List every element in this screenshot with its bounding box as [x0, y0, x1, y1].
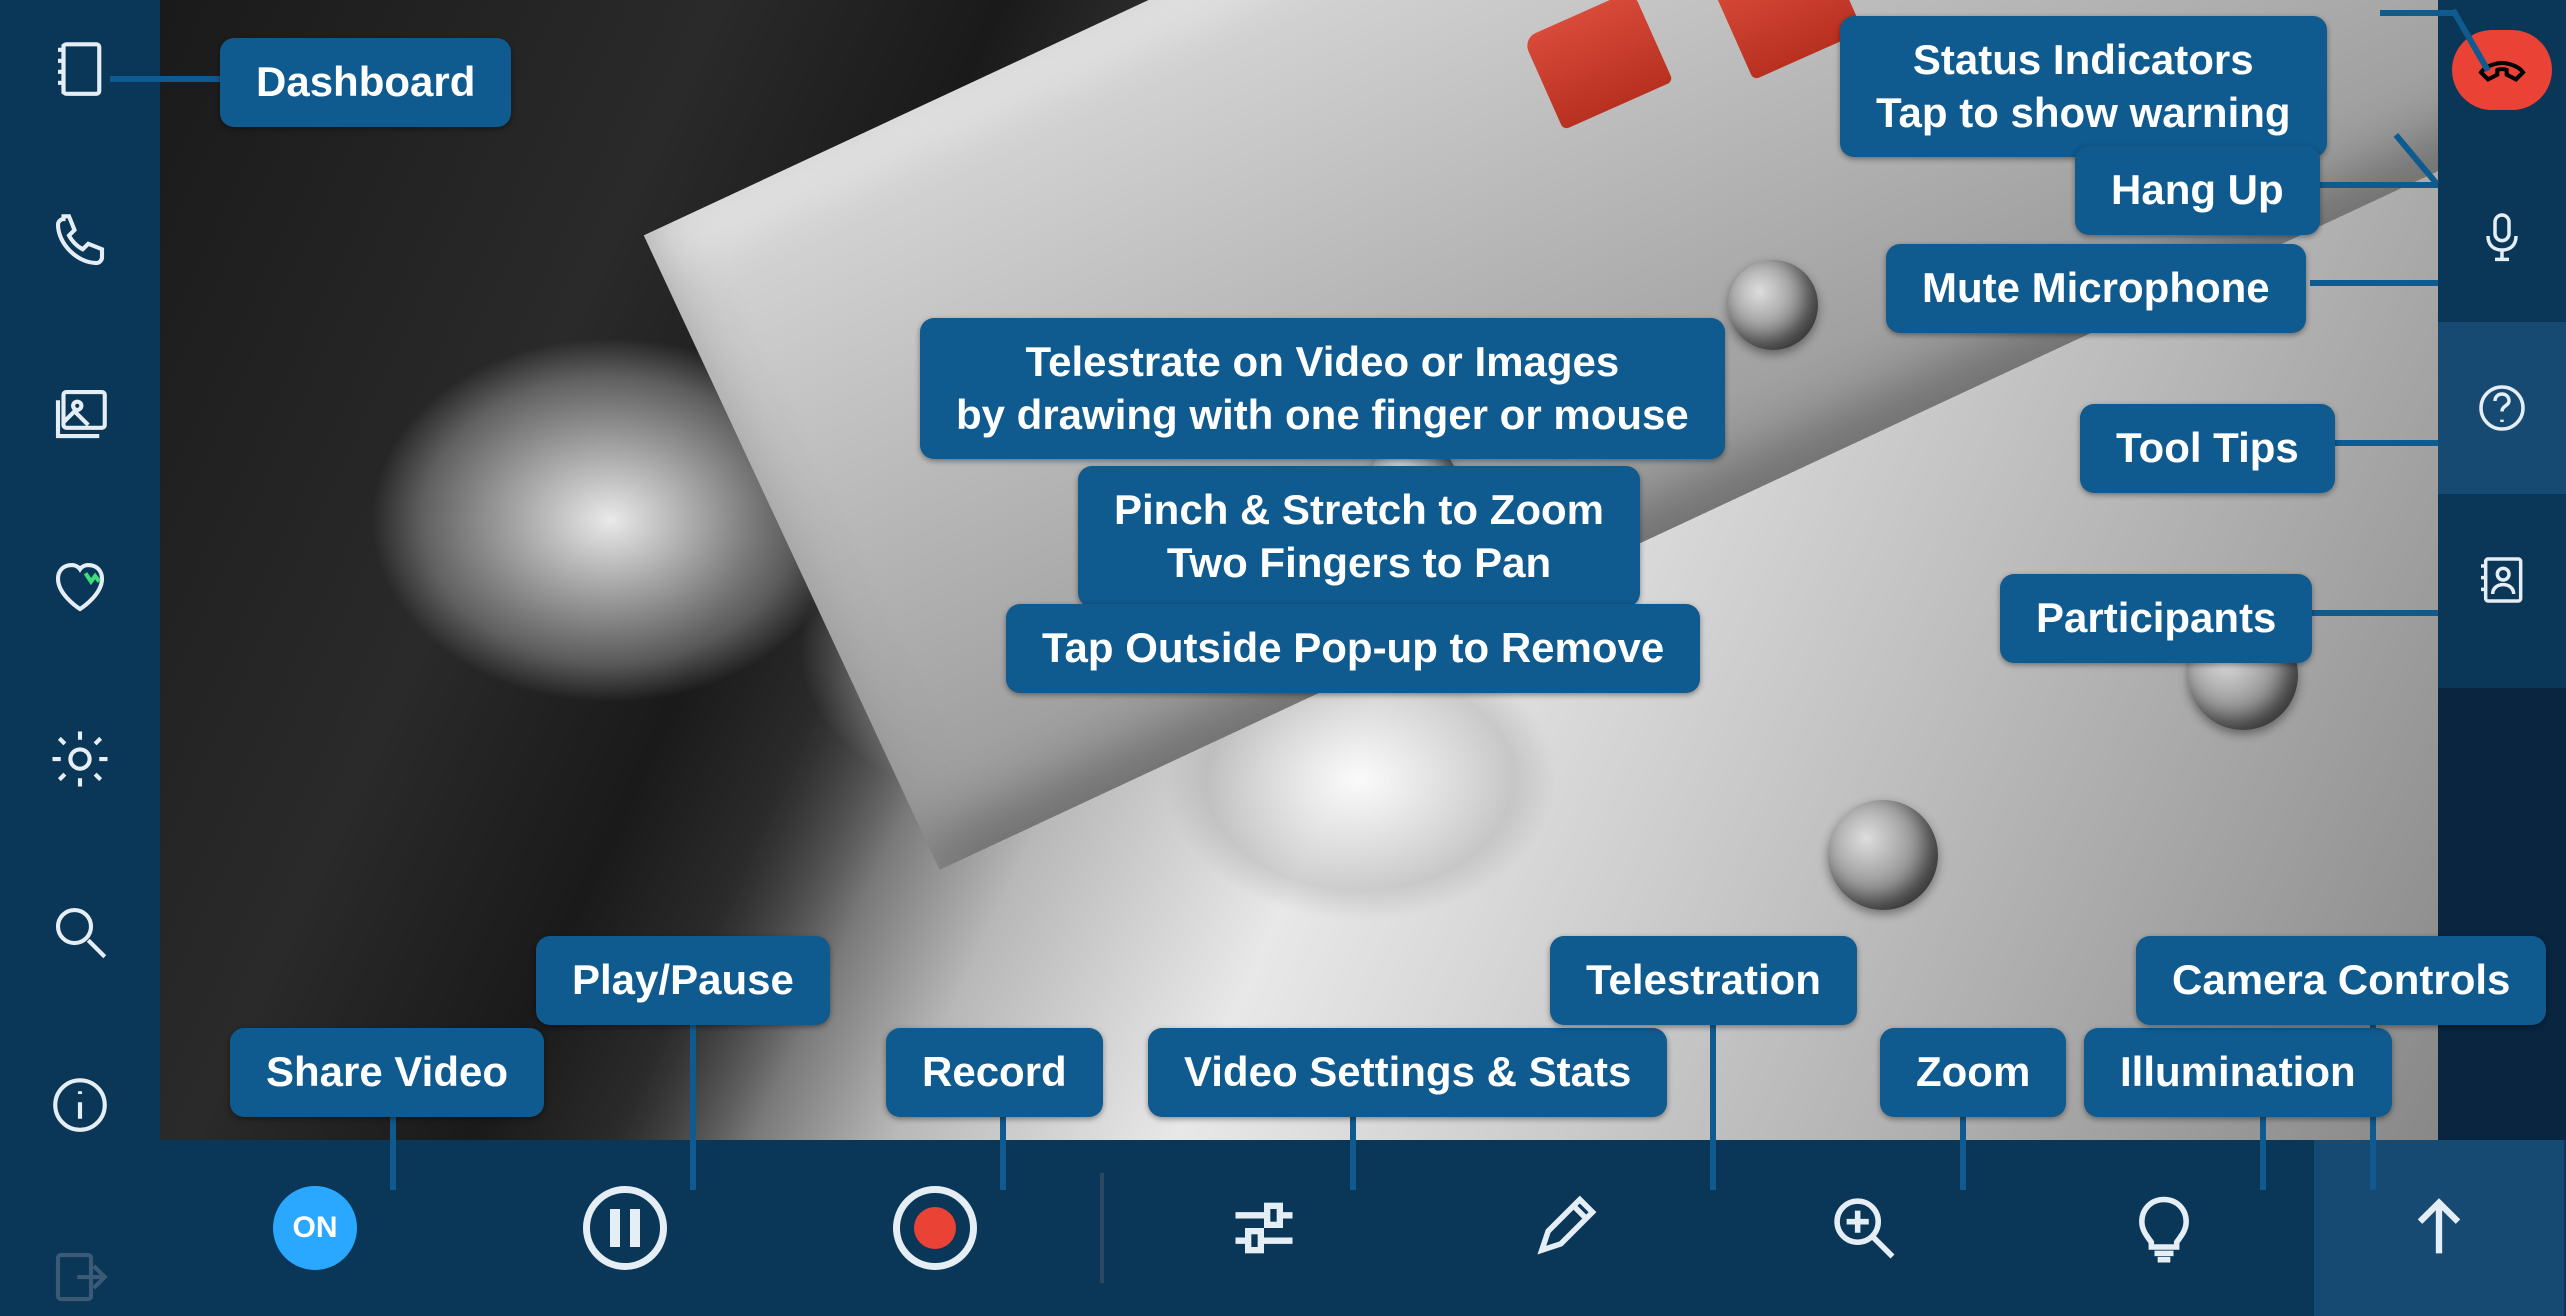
bulb-icon: [2126, 1190, 2202, 1266]
video-settings-button[interactable]: [1114, 1140, 1414, 1316]
gear-icon: [47, 726, 113, 792]
callout-telestration: Telestration: [1550, 936, 1857, 1025]
hangup-button[interactable]: [2452, 30, 2552, 110]
exit-button[interactable]: [35, 1238, 125, 1316]
callout-tool-tips: Tool Tips: [2080, 404, 2335, 493]
call-button[interactable]: [35, 203, 125, 281]
exit-icon: [47, 1244, 113, 1310]
callout-participants: Participants: [2000, 574, 2312, 663]
heart-icon: [47, 554, 113, 620]
callout-illumination: Illumination: [2084, 1028, 2392, 1117]
callout-play-pause: Play/Pause: [536, 936, 830, 1025]
settings-button[interactable]: [35, 721, 125, 799]
share-on-label: ON: [293, 1211, 338, 1245]
leader-line: [2320, 440, 2438, 446]
illumination-button[interactable]: [2014, 1140, 2314, 1316]
telestration-button[interactable]: [1414, 1140, 1714, 1316]
pencil-icon: [1526, 1190, 1602, 1266]
contacts-icon: [2474, 552, 2530, 608]
mic-icon: [2474, 208, 2530, 264]
record-button[interactable]: [780, 1140, 1090, 1316]
pause-icon: [583, 1186, 667, 1270]
callout-pinch: Pinch & Stretch to Zoom Two Fingers to P…: [1078, 466, 1640, 607]
callout-telestrate: Telestrate on Video or Images by drawing…: [920, 318, 1725, 459]
app-root: ON: [0, 0, 2566, 1316]
info-button[interactable]: [35, 1066, 125, 1144]
record-icon: [893, 1186, 977, 1270]
dashboard-button[interactable]: [35, 30, 125, 108]
callout-status-indicators: Status Indicators Tap to show warning: [1840, 16, 2327, 157]
book-icon: [47, 36, 113, 102]
on-pill-icon: ON: [273, 1186, 357, 1270]
callout-record: Record: [886, 1028, 1103, 1117]
separator: [1100, 1173, 1104, 1283]
arrow-up-icon: [2401, 1190, 2477, 1266]
health-button[interactable]: [35, 548, 125, 626]
callout-zoom: Zoom: [1880, 1028, 2066, 1117]
mute-button[interactable]: [2438, 150, 2566, 322]
leader-line: [110, 76, 230, 82]
play-pause-button[interactable]: [470, 1140, 780, 1316]
callout-mute-mic: Mute Microphone: [1886, 244, 2306, 333]
phone-down-icon: [2474, 42, 2530, 98]
sliders-icon: [1226, 1190, 1302, 1266]
help-icon: [2474, 380, 2530, 436]
zoom-in-icon: [1826, 1190, 1902, 1266]
leader-line: [1710, 1000, 1716, 1190]
tooltips-button[interactable]: [2438, 322, 2566, 494]
camera-controls-button[interactable]: [2314, 1140, 2564, 1316]
callout-tap-outside: Tap Outside Pop-up to Remove: [1006, 604, 1700, 693]
search-button[interactable]: [35, 893, 125, 971]
left-sidebar: [0, 0, 160, 1316]
image-stack-icon: [47, 381, 113, 447]
gallery-button[interactable]: [35, 375, 125, 453]
leader-line: [2310, 280, 2438, 286]
callout-video-settings: Video Settings & Stats: [1148, 1028, 1667, 1117]
right-sidebar: [2438, 0, 2566, 688]
zoom-button[interactable]: [1714, 1140, 2014, 1316]
leader-line: [2380, 10, 2455, 16]
callout-dashboard: Dashboard: [220, 38, 511, 127]
participants-button[interactable]: [2438, 494, 2566, 666]
callout-share-video: Share Video: [230, 1028, 544, 1117]
share-video-button[interactable]: ON: [160, 1140, 470, 1316]
callout-hang-up: Hang Up: [2075, 146, 2320, 235]
info-icon: [47, 1072, 113, 1138]
bottom-bar: ON: [160, 1140, 2566, 1316]
callout-camera-controls: Camera Controls: [2136, 936, 2546, 1025]
phone-icon: [47, 208, 113, 274]
magnifier-icon: [47, 899, 113, 965]
leader-line: [690, 1000, 696, 1190]
leader-line: [2310, 610, 2438, 616]
